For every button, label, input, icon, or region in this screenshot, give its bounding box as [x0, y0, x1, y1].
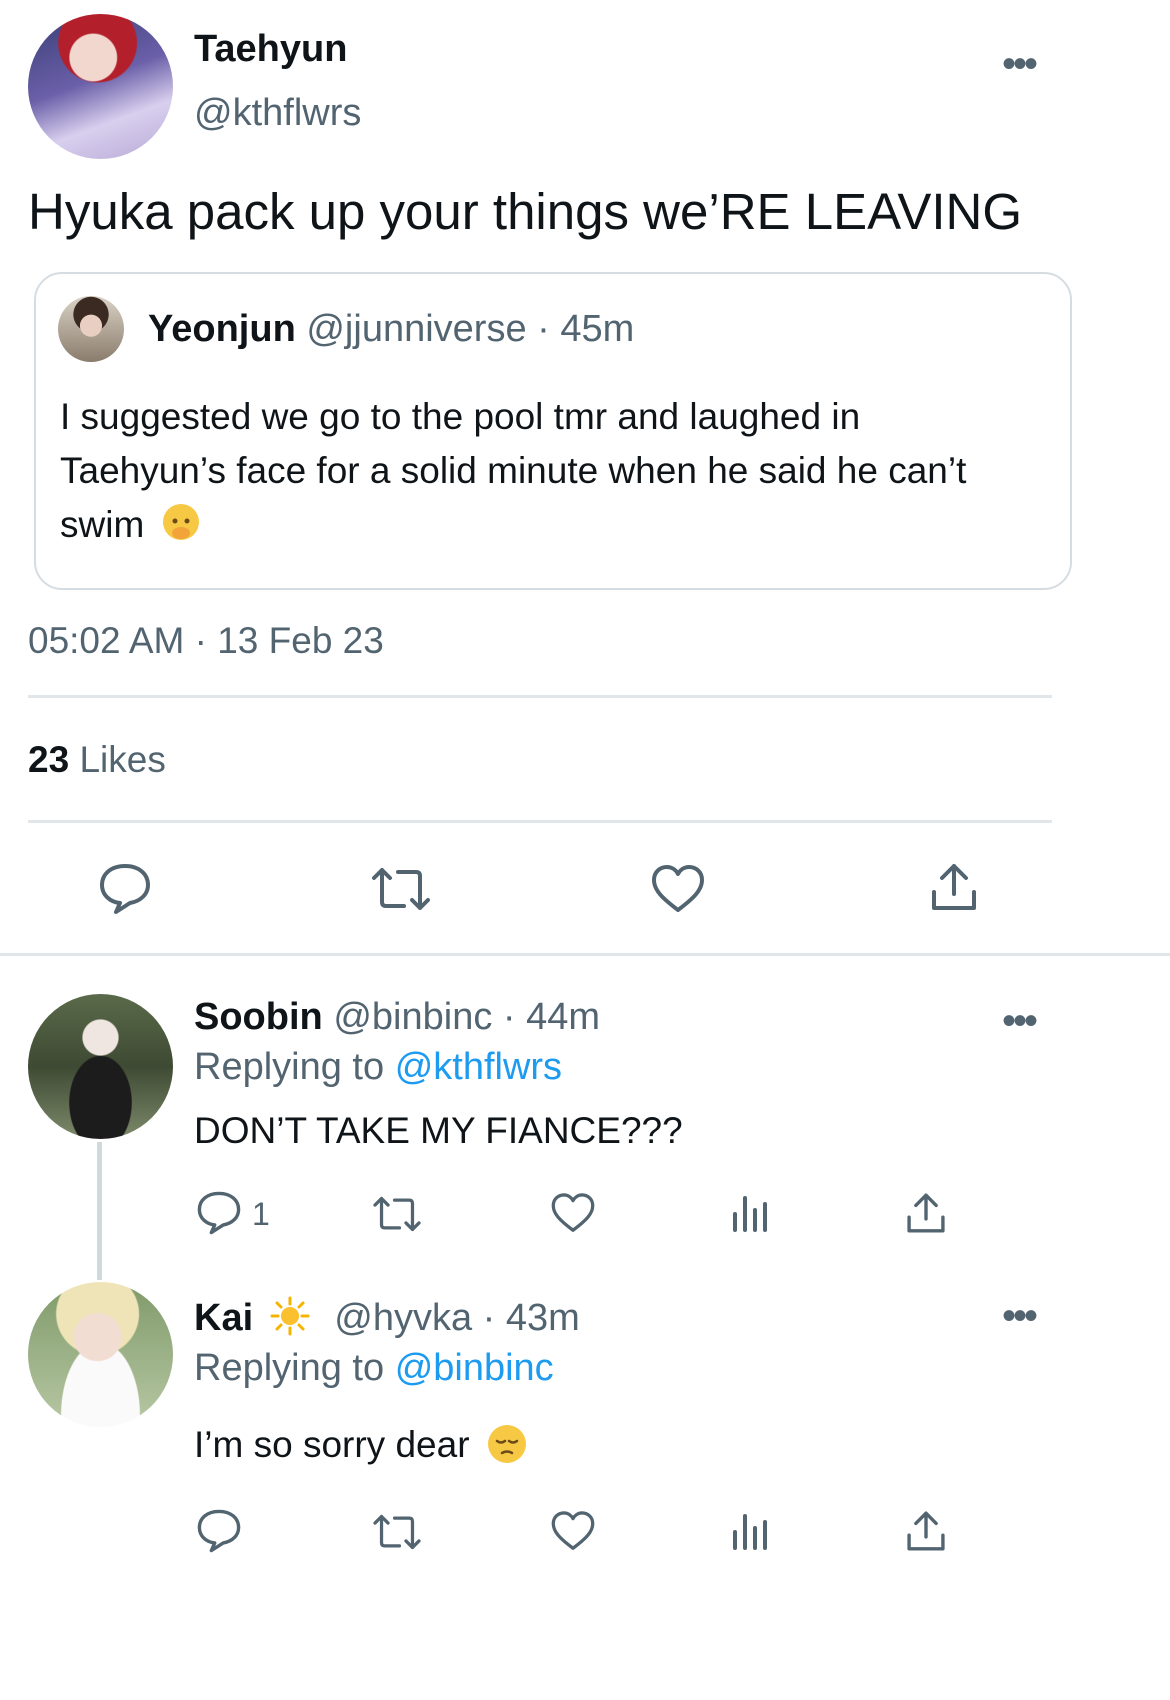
- likes-stat[interactable]: 23 Likes: [28, 739, 166, 781]
- section-divider: [0, 953, 1170, 956]
- views-icon[interactable]: [730, 1510, 770, 1552]
- quoted-tweet-header: Yeonjun @jjunniverse · 45m: [148, 308, 634, 351]
- quoted-author-name: Yeonjun: [148, 308, 296, 350]
- replying-to-label: Replying to: [194, 1347, 385, 1389]
- pensive-face-emoji-icon: [487, 1425, 526, 1463]
- tweet-text: Hyuka pack up your things we’RE LEAVING: [28, 183, 1023, 240]
- share-icon[interactable]: [928, 860, 980, 914]
- retweet-icon[interactable]: [370, 1192, 424, 1236]
- views-icon[interactable]: [730, 1192, 770, 1234]
- hand-over-mouth-emoji-icon: [162, 504, 199, 540]
- thread-line: [97, 1142, 102, 1280]
- divider: [28, 820, 1052, 823]
- retweet-icon[interactable]: [370, 1510, 424, 1554]
- quoted-author-avatar: [58, 296, 124, 362]
- reply-avatar[interactable]: [28, 994, 173, 1139]
- reply-icon[interactable]: [196, 1508, 242, 1554]
- more-options-icon[interactable]: •••: [1002, 1001, 1038, 1041]
- like-icon[interactable]: [650, 862, 706, 916]
- reply-icon[interactable]: [98, 862, 152, 916]
- reply-author-handle[interactable]: @binbinc: [333, 996, 492, 1038]
- likes-count: 23: [28, 739, 70, 780]
- reply-author-name[interactable]: Soobin: [194, 996, 323, 1038]
- quoted-time: · 45m: [537, 308, 635, 350]
- reply-author-handle[interactable]: @hyvka: [334, 1297, 472, 1339]
- reply-time: · 43m: [482, 1297, 580, 1339]
- share-icon[interactable]: [904, 1508, 948, 1554]
- reply-header: Kai @hyvka · 43m: [194, 1296, 580, 1346]
- reply-header: Soobin @binbinc · 44m: [194, 996, 600, 1039]
- quoted-tweet[interactable]: Yeonjun @jjunniverse · 45m I suggested w…: [34, 272, 1072, 590]
- divider: [28, 695, 1052, 698]
- sun-emoji-icon: [270, 1296, 310, 1346]
- reply-text: DON’T TAKE MY FIANCE???: [194, 1110, 683, 1151]
- reply-icon[interactable]: [196, 1190, 242, 1236]
- replying-to-handle[interactable]: @binbinc: [395, 1347, 554, 1389]
- replying-to: Replying to @kthflwrs: [194, 1046, 562, 1089]
- reply-text: I’m so sorry dear: [194, 1424, 470, 1465]
- reply-count: 1: [252, 1196, 270, 1232]
- reply-author-name[interactable]: Kai: [194, 1297, 253, 1339]
- replying-to-handle[interactable]: @kthflwrs: [395, 1046, 562, 1088]
- tweet-timestamp[interactable]: 05:02 AM · 13 Feb 23: [28, 620, 384, 662]
- reply-body: I’m so sorry dear: [194, 1424, 526, 1466]
- like-icon[interactable]: [550, 1508, 596, 1554]
- more-options-icon[interactable]: •••: [1002, 1296, 1038, 1336]
- more-options-icon[interactable]: •••: [1002, 44, 1038, 84]
- like-icon[interactable]: [550, 1190, 596, 1236]
- reply-avatar[interactable]: [28, 1282, 173, 1427]
- likes-label: Likes: [79, 739, 166, 780]
- author-avatar[interactable]: [28, 14, 173, 159]
- retweet-icon[interactable]: [368, 862, 434, 916]
- replying-to: Replying to @binbinc: [194, 1347, 554, 1390]
- quoted-tweet-body: I suggested we go to the pool tmr and la…: [60, 390, 1020, 552]
- share-icon[interactable]: [904, 1190, 948, 1236]
- replying-to-label: Replying to: [194, 1046, 385, 1088]
- reply-time: · 44m: [502, 996, 601, 1038]
- author-handle[interactable]: @kthflwrs: [194, 92, 361, 135]
- quoted-author-handle: @jjunniverse: [306, 308, 527, 350]
- author-name[interactable]: Taehyun: [194, 28, 347, 71]
